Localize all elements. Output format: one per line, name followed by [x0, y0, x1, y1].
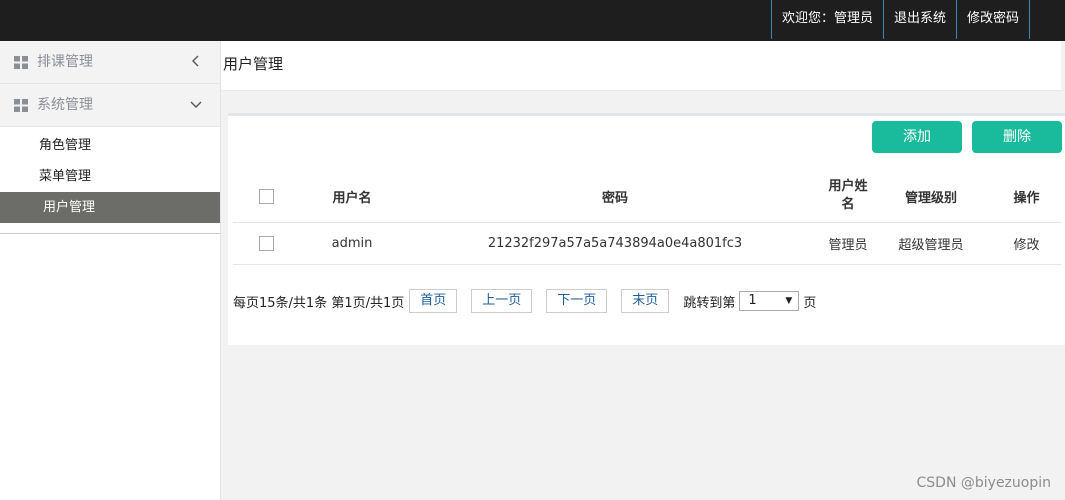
- chevron-down-icon: [190, 101, 202, 108]
- cell-password: 21232f297a57a5a743894a0e4a801fc3: [405, 221, 825, 265]
- sidebar-group-system[interactable]: 系统管理: [0, 84, 220, 127]
- sidebar-item-users[interactable]: 用户管理: [0, 192, 220, 223]
- cell-name: 管理员: [825, 221, 871, 265]
- cell-username: admin: [299, 221, 405, 265]
- user-table: 用户名 密码 用户姓名 管理级别 操作 admin 21232f297a57a5…: [233, 171, 1062, 265]
- sidebar-group-label: 排课管理: [37, 54, 93, 70]
- select-all-checkbox[interactable]: [258, 188, 274, 204]
- select-all-cell: [233, 171, 299, 222]
- logout-link[interactable]: 退出系统: [882, 0, 956, 39]
- cell-level: 超级管理员: [871, 221, 991, 265]
- chevron-left-icon: [192, 55, 199, 67]
- page-select-value: 1: [748, 293, 757, 308]
- top-links: 欢迎您：管理员 退出系统 修改密码: [770, 0, 1030, 39]
- page-title: 用户管理: [223, 55, 284, 73]
- sidebar-submenu: 角色管理 菜单管理 用户管理: [0, 127, 220, 234]
- page-suffix: 页: [803, 295, 817, 311]
- pagination-summary: 每页15条/共1条 第1页/共1页: [233, 295, 405, 311]
- page-select[interactable]: 1 ▼: [739, 291, 800, 311]
- content-panel: 添加 删除 用户名 密码 用户姓名 管理级别 操作 admin 21232f29…: [228, 113, 1065, 345]
- sidebar-group-scheduling[interactable]: 排课管理: [0, 41, 220, 84]
- jump-label: 跳转到第: [683, 295, 736, 311]
- change-password-link[interactable]: 修改密码: [955, 0, 1030, 39]
- welcome-user-link[interactable]: 欢迎您：管理员: [770, 0, 883, 39]
- sidebar-item-menus[interactable]: 菜单管理: [0, 161, 220, 192]
- pagination: 每页15条/共1条 第1页/共1页 首页 上一页 下一页 末页 跳转到第 1 ▼…: [233, 289, 816, 313]
- watermark: CSDN @biyezuopin: [916, 475, 1051, 491]
- edit-link[interactable]: 修改: [991, 221, 1062, 265]
- sidebar-item-roles[interactable]: 角色管理: [0, 130, 220, 161]
- grid-icon: [14, 56, 28, 69]
- row-select-cell: [233, 221, 299, 265]
- first-page-button[interactable]: 首页: [409, 289, 458, 313]
- table-header-row: 用户名 密码 用户姓名 管理级别 操作: [233, 171, 1062, 222]
- column-header-name: 用户姓名: [828, 179, 868, 213]
- top-bar: 欢迎您：管理员 退出系统 修改密码: [0, 0, 1065, 41]
- table-row: admin 21232f297a57a5a743894a0e4a801fc3 管…: [233, 221, 1062, 265]
- last-page-button[interactable]: 末页: [621, 289, 670, 313]
- next-page-button[interactable]: 下一页: [546, 289, 608, 313]
- column-header-password: 密码: [601, 190, 628, 206]
- grid-icon: [14, 99, 28, 112]
- prev-page-button[interactable]: 上一页: [471, 289, 533, 313]
- dropdown-caret-icon: ▼: [785, 296, 793, 306]
- add-button[interactable]: 添加: [872, 121, 962, 153]
- sidebar-group-label: 系统管理: [37, 97, 93, 113]
- main-content: 用户管理 添加 删除 用户名 密码 用户姓名 管理级别 操作 admin 212…: [221, 41, 1065, 500]
- title-bar: 用户管理: [221, 41, 1061, 91]
- row-checkbox[interactable]: [258, 235, 274, 251]
- column-header-username: 用户名: [332, 190, 372, 206]
- column-header-actions: 操作: [1013, 190, 1040, 206]
- column-header-level: 管理级别: [904, 190, 957, 206]
- delete-button[interactable]: 删除: [972, 121, 1062, 153]
- sidebar: 排课管理 系统管理 角色管理 菜单管理 用户管理: [0, 41, 221, 500]
